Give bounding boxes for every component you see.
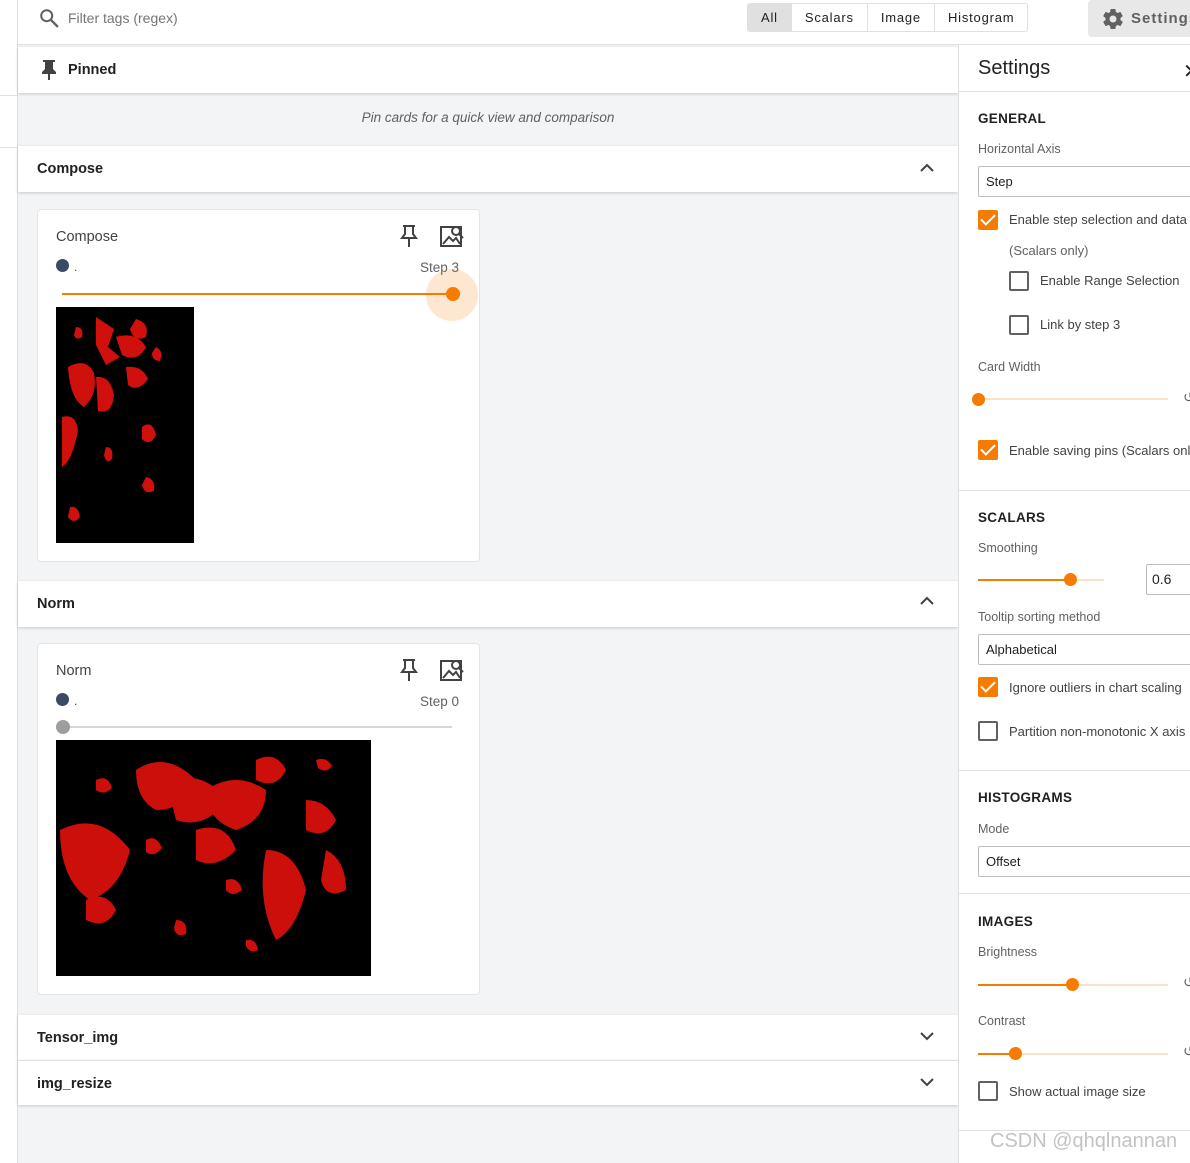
image-zoom-icon[interactable] <box>439 657 465 683</box>
brightness-slider-thumb[interactable] <box>1066 978 1079 991</box>
card-image[interactable] <box>56 740 371 976</box>
run-name: . <box>74 694 78 708</box>
partition-label: Partition non-monotonic X axis <box>1009 724 1186 739</box>
card-width-slider-thumb[interactable] <box>972 393 985 406</box>
tag-filter-input[interactable] <box>68 6 468 30</box>
pin-card-icon[interactable] <box>397 223 421 249</box>
divider <box>0 147 18 148</box>
group-title: Compose <box>37 161 104 177</box>
group-title: Norm <box>37 596 75 612</box>
left-edge-panel <box>0 0 18 1163</box>
step-label: Step 0 <box>420 694 460 709</box>
smoothing-label: Smoothing <box>978 541 1038 555</box>
divider <box>959 91 1190 92</box>
step-slider-thumb[interactable] <box>56 720 70 734</box>
tooltip-sort-select[interactable]: Alphabetical <box>978 634 1190 665</box>
ignore-outliers-checkbox[interactable] <box>978 677 998 697</box>
chevron-up-icon[interactable] <box>918 159 936 177</box>
range-selection-checkbox[interactable] <box>1009 271 1029 291</box>
chevron-down-icon[interactable] <box>918 1027 936 1045</box>
smoothing-slider-fill <box>978 579 1071 581</box>
saving-pins-label: Enable saving pins (Scalars only <box>1009 443 1190 458</box>
card-title: Norm <box>56 663 92 679</box>
group-header-compose[interactable]: Compose <box>18 146 958 192</box>
filter-all-button[interactable]: All <box>748 4 792 31</box>
smoothing-slider-thumb[interactable] <box>1064 573 1077 586</box>
contrast-slider-thumb[interactable] <box>1009 1047 1022 1060</box>
group-header-norm[interactable]: Norm <box>18 581 958 627</box>
pinned-header: Pinned <box>18 47 958 93</box>
pinned-empty-message: Pin cards for a quick view and compariso… <box>361 110 615 125</box>
actual-size-checkbox[interactable] <box>978 1081 998 1101</box>
tooltip-sort-label: Tooltip sorting method <box>978 610 1101 624</box>
histogram-mode-label: Mode <box>978 822 1010 836</box>
run-color-dot <box>56 259 69 272</box>
run-name: . <box>74 260 78 274</box>
divider <box>0 95 18 96</box>
contrast-label: Contrast <box>978 1014 1026 1028</box>
gear-icon <box>1103 8 1123 29</box>
settings-title: Settings <box>978 57 1051 79</box>
group-title: img_resize <box>37 1076 112 1092</box>
divider <box>959 490 1190 491</box>
step-selection-label: Enable step selection and data <box>1009 212 1187 227</box>
settings-toggle-button[interactable]: Settings <box>1088 0 1190 37</box>
card-width-slider-track[interactable] <box>978 398 1168 400</box>
settings-button-label: Settings <box>1131 10 1190 27</box>
settings-panel: Settings ✕ GENERAL Horizontal Axis Step … <box>958 45 1190 1163</box>
section-heading-images: IMAGES <box>978 914 1034 929</box>
brightness-label: Brightness <box>978 945 1038 959</box>
saving-pins-checkbox[interactable] <box>978 440 998 460</box>
group-header-tensor-img[interactable]: Tensor_img <box>18 1015 958 1060</box>
card-title: Compose <box>56 229 119 245</box>
link-by-step-label: Link by step 3 <box>1040 317 1121 332</box>
filter-image-button[interactable]: Image <box>867 4 935 31</box>
brightness-slider-fill <box>978 984 1073 986</box>
section-heading-histograms: HISTOGRAMS <box>978 790 1073 805</box>
histogram-mode-select[interactable]: Offset <box>978 846 1190 877</box>
pin-card-icon[interactable] <box>397 657 421 683</box>
watermark: CSDN @qhqlnannan <box>990 1130 1178 1152</box>
group-title: Tensor_img <box>37 1030 119 1046</box>
run-color-dot <box>56 693 69 706</box>
close-icon[interactable]: ✕ <box>1183 59 1190 84</box>
filter-histogram-button[interactable]: Histogram <box>934 4 1028 31</box>
divider <box>959 893 1190 894</box>
range-selection-label: Enable Range Selection <box>1040 273 1180 288</box>
ignore-outliers-label: Ignore outliers in chart scaling <box>1009 680 1182 695</box>
card-width-label: Card Width <box>978 360 1041 374</box>
scalars-only-note: (Scalars only) <box>1009 243 1089 258</box>
step-selection-checkbox[interactable] <box>978 210 998 230</box>
section-heading-general: GENERAL <box>978 111 1047 126</box>
top-toolbar: All Scalars Image Histogram Settings <box>18 0 1190 45</box>
partition-checkbox[interactable] <box>978 721 998 741</box>
pin-icon <box>42 60 56 80</box>
pinned-title: Pinned <box>68 62 117 78</box>
step-slider-thumb[interactable] <box>446 287 460 301</box>
chevron-up-icon[interactable] <box>918 592 936 610</box>
divider <box>959 770 1190 771</box>
step-slider-track[interactable] <box>62 293 452 295</box>
reset-icon[interactable]: ↺ <box>1183 389 1190 406</box>
step-slider-track[interactable] <box>62 726 452 728</box>
group-header-img-resize[interactable]: img_resize <box>18 1060 958 1105</box>
link-by-step-checkbox[interactable] <box>1009 315 1029 335</box>
image-card-norm: Norm . Step 0 <box>37 643 480 995</box>
chevron-down-icon[interactable] <box>918 1073 936 1091</box>
card-image[interactable] <box>56 307 194 543</box>
plugin-type-filter: All Scalars Image Histogram <box>747 3 1029 32</box>
reset-icon[interactable]: ↺ <box>1183 1043 1190 1060</box>
smoothing-input[interactable]: 0.6 <box>1146 564 1190 595</box>
search-icon <box>40 9 59 28</box>
horizontal-axis-label: Horizontal Axis <box>978 142 1061 156</box>
reset-icon[interactable]: ↺ <box>1183 974 1190 991</box>
filter-scalars-button[interactable]: Scalars <box>791 4 868 31</box>
main-content: Pinned Pin cards for a quick view and co… <box>18 45 958 1163</box>
image-card-compose: Compose . Step 3 <box>37 209 480 562</box>
actual-size-label: Show actual image size <box>1009 1084 1146 1099</box>
image-zoom-icon[interactable] <box>439 223 465 249</box>
horizontal-axis-select[interactable]: Step <box>978 166 1190 197</box>
section-heading-scalars: SCALARS <box>978 510 1046 525</box>
